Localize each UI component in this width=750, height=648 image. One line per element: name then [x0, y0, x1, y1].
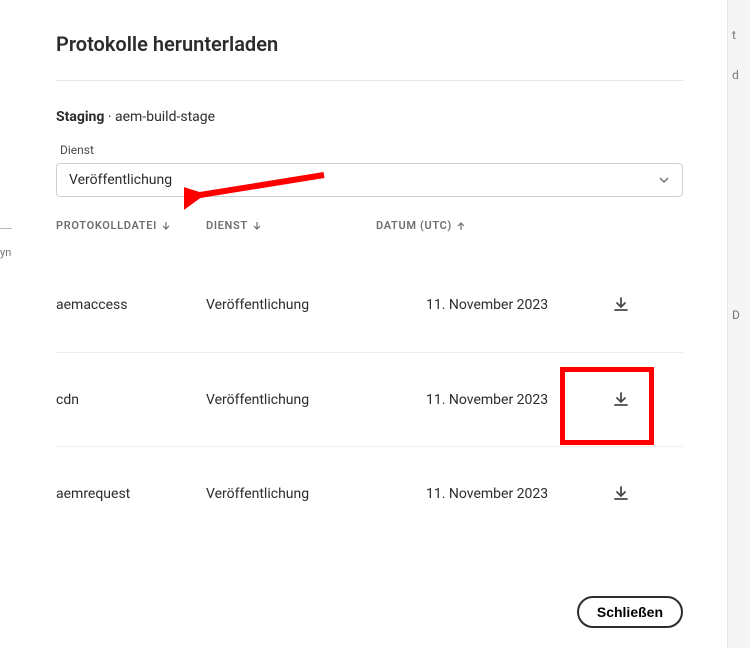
env-name: aem-build-stage — [115, 109, 215, 125]
sort-up-icon — [456, 221, 466, 231]
bg-frag: d — [732, 68, 739, 82]
logs-table: PROTOKOLLDATEI DIENST DATUM (UTC) aemacc… — [56, 211, 683, 540]
chevron-down-icon — [658, 174, 670, 186]
col-header-service[interactable]: DIENST — [206, 219, 376, 232]
environment-line: Staging · aem-build-stage — [56, 109, 683, 125]
cell-service: Veröffentlichung — [206, 486, 376, 502]
cell-date: 11. November 2023 — [376, 486, 586, 502]
download-button[interactable] — [609, 482, 633, 506]
close-button[interactable]: Schließen — [577, 596, 683, 628]
download-logs-dialog: Protokolle herunterladen Staging · aem-b… — [12, 0, 728, 648]
download-icon — [611, 484, 631, 504]
cell-date: 11. November 2023 — [376, 392, 586, 408]
cell-service: Veröffentlichung — [206, 392, 376, 408]
bg-frag: t — [732, 28, 736, 42]
sort-down-icon — [161, 221, 171, 231]
cell-date: 11. November 2023 — [376, 297, 586, 313]
table-row: cdn Veröffentlichung 11. November 2023 — [56, 352, 683, 446]
service-field-label: Dienst — [60, 143, 683, 157]
download-button[interactable] — [609, 293, 633, 317]
table-row: aemrequest Veröffentlichung 11. November… — [56, 446, 683, 540]
service-select[interactable]: Veröffentlichung — [56, 163, 683, 197]
table-scroll-area[interactable]: aemaccess Veröffentlichung 11. November … — [56, 240, 683, 540]
bg-frag: yn — [0, 246, 11, 259]
divider — [56, 80, 683, 81]
cell-file: cdn — [56, 392, 206, 408]
cell-file: aemaccess — [56, 297, 206, 313]
col-header-file[interactable]: PROTOKOLLDATEI — [56, 219, 206, 232]
download-icon — [611, 295, 631, 315]
table-row: aemaccess Veröffentlichung 11. November … — [56, 258, 683, 352]
col-header-date[interactable]: DATUM (UTC) — [376, 219, 586, 232]
cell-service: Veröffentlichung — [206, 297, 376, 313]
service-select-value: Veröffentlichung — [69, 172, 172, 188]
download-button[interactable] — [609, 388, 633, 412]
cell-file: aemrequest — [56, 486, 206, 502]
bg-frag: D — [732, 308, 740, 322]
env-label: Staging — [56, 109, 104, 125]
download-icon — [611, 390, 631, 410]
dialog-title: Protokolle herunterladen — [56, 32, 683, 56]
table-header: PROTOKOLLDATEI DIENST DATUM (UTC) — [56, 211, 683, 240]
sort-down-icon — [252, 221, 262, 231]
